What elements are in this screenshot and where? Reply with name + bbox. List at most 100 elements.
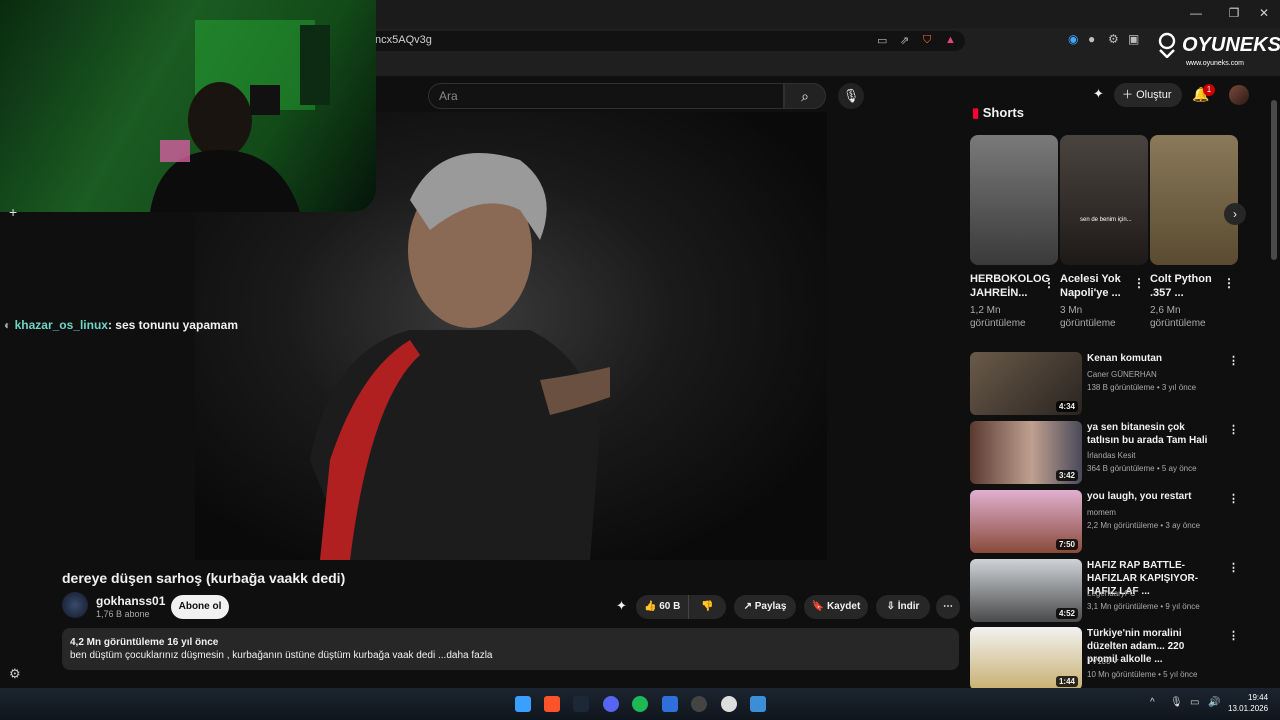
recommendation-channel[interactable]: momem bbox=[1087, 508, 1116, 517]
short-menu-icon[interactable]: ⋮ bbox=[1223, 276, 1235, 290]
channel-subscribers: 1,76 B abone bbox=[96, 609, 150, 619]
recommendation-title[interactable]: you laugh, you restart bbox=[1087, 490, 1215, 503]
short-views: 2,6 Mn görüntüleme bbox=[1150, 305, 1206, 329]
user-avatar[interactable] bbox=[1229, 85, 1249, 105]
network-icon[interactable]: ▭ bbox=[1190, 697, 1199, 708]
scrollbar-thumb[interactable] bbox=[1271, 100, 1277, 260]
duration-badge: 1:44 bbox=[1055, 676, 1078, 687]
short-title[interactable]: Acelesi Yok Napoli'ye ... bbox=[1060, 272, 1134, 300]
search-input[interactable]: Ara bbox=[428, 83, 784, 109]
recommendation-channel[interactable]: LegendaryFC bbox=[1087, 589, 1135, 598]
brave-browser-icon[interactable] bbox=[544, 696, 560, 712]
recommendation-thumbnail[interactable]: 7:50 bbox=[970, 490, 1082, 553]
more-vert-icon[interactable]: ⋮ bbox=[1228, 629, 1239, 642]
voice-search-button[interactable]: 🎙 bbox=[838, 83, 864, 109]
shorts-next-button[interactable]: › bbox=[1224, 203, 1246, 225]
add-icon[interactable]: + bbox=[9, 204, 17, 220]
dislike-button[interactable]: 👎 bbox=[688, 595, 726, 619]
more-icon: ⋯ bbox=[943, 601, 953, 612]
duration-badge: 4:34 bbox=[1055, 401, 1078, 412]
logo-text: OYUNEKS bbox=[1182, 34, 1280, 56]
recommendation-channel[interactable]: Caner GÜNERHAN bbox=[1087, 370, 1157, 379]
description-box[interactable]: 4,2 Mn görüntüleme 16 yıl önce ben düştü… bbox=[62, 628, 959, 670]
save-button[interactable]: 🔖 Kaydet bbox=[804, 595, 868, 619]
more-actions-button[interactable]: ⋯ bbox=[936, 595, 960, 619]
recommendation-channel[interactable]: İrlandas Kesit bbox=[1087, 451, 1135, 460]
search-button[interactable]: ⌕ bbox=[784, 83, 826, 109]
gear-icon[interactable]: ⚙ bbox=[9, 666, 21, 682]
recommendation-meta: 138 B görüntüleme • 3 yıl önce bbox=[1087, 383, 1197, 392]
close-button[interactable]: ✕ bbox=[1254, 6, 1274, 20]
like-count: 60 B bbox=[659, 601, 681, 612]
short-views: 3 Mn görüntüleme bbox=[1060, 305, 1116, 329]
short-menu-icon[interactable]: ⋮ bbox=[1133, 276, 1145, 290]
share-label: Paylaş bbox=[754, 601, 787, 612]
windows-start-icon[interactable] bbox=[515, 696, 531, 712]
download-button[interactable]: ⇩ İndir bbox=[876, 595, 930, 619]
recommendation-item[interactable]: 4:34 Kenan komutan Caner GÜNERHAN 138 B … bbox=[970, 352, 1239, 416]
recommendation-title[interactable]: ya sen bitanesin çok tatlısın bu arada T… bbox=[1087, 421, 1215, 447]
cast-icon[interactable]: ▭ bbox=[877, 34, 887, 47]
duration-badge: 7:50 bbox=[1055, 539, 1078, 550]
discord-icon[interactable] bbox=[603, 696, 619, 712]
minimize-button[interactable]: — bbox=[1186, 6, 1206, 20]
download-icon: ⇩ bbox=[886, 601, 898, 612]
tray-chevron-icon[interactable]: ^ bbox=[1150, 697, 1155, 708]
app-icon[interactable] bbox=[662, 696, 678, 712]
share-button[interactable]: ↗ Paylaş bbox=[734, 595, 796, 619]
short-thumbnail[interactable] bbox=[1150, 135, 1238, 265]
github-icon[interactable] bbox=[691, 696, 707, 712]
more-vert-icon[interactable]: ⋮ bbox=[1228, 354, 1239, 367]
shorts-heading: ▮ Shorts bbox=[972, 105, 1024, 120]
brave-rewards-icon[interactable]: ▲ bbox=[945, 34, 956, 46]
recommendation-thumbnail[interactable]: 4:52 bbox=[970, 559, 1082, 622]
system-clock[interactable]: 19:44 13.01.2026 bbox=[1228, 692, 1268, 714]
audio-playing-icon[interactable]: ◉ bbox=[1068, 32, 1078, 46]
extension-icon[interactable]: ● bbox=[1088, 32, 1095, 46]
recommendation-thumbnail[interactable]: 4:34 bbox=[970, 352, 1082, 415]
channel-avatar[interactable] bbox=[62, 592, 88, 618]
recommendation-channel[interactable]: TV100 ✔ bbox=[1087, 657, 1120, 666]
short-thumbnail[interactable] bbox=[970, 135, 1058, 265]
chat-user-icon: ◐ bbox=[4, 318, 15, 332]
recommendation-item[interactable]: 3:42 ya sen bitanesin çok tatlısın bu ar… bbox=[970, 421, 1239, 485]
address-bar[interactable]: ncx5AQv3g ▭ ⇗ ⛉ ▲ bbox=[365, 31, 965, 51]
short-thumbnail[interactable]: sen de benim için... bbox=[1060, 135, 1148, 265]
spotify-icon[interactable] bbox=[632, 696, 648, 712]
create-button[interactable]: ＋ Oluştur bbox=[1114, 83, 1182, 107]
views-date: 4,2 Mn görüntüleme 16 yıl önce bbox=[70, 637, 219, 648]
more-vert-icon[interactable]: ⋮ bbox=[1228, 492, 1239, 505]
more-vert-icon[interactable]: ⋮ bbox=[1228, 561, 1239, 574]
volume-icon[interactable]: 🔊 bbox=[1208, 697, 1220, 708]
ai-sparkle-icon[interactable]: ✦ bbox=[1093, 86, 1104, 102]
duration-badge: 3:42 bbox=[1055, 470, 1078, 481]
recommendation-item[interactable]: 1:44 Türkiye'nin moralini düzelten adam.… bbox=[970, 627, 1239, 691]
recommendation-thumbnail[interactable]: 1:44 bbox=[970, 627, 1082, 690]
tab-icon[interactable]: ▣ bbox=[1128, 32, 1139, 46]
mic-tray-icon[interactable]: 🎙 bbox=[1170, 697, 1183, 708]
steam-icon[interactable] bbox=[573, 696, 589, 712]
search-placeholder: Ara bbox=[439, 89, 458, 103]
recommendation-item[interactable]: 7:50 you laugh, you restart momem 2,2 Mn… bbox=[970, 490, 1239, 554]
brave-shield-icon[interactable]: ⛉ bbox=[923, 34, 931, 47]
recommendation-item[interactable]: 4:52 HAFIZ RAP BATTLE-HAFIZLAR KAPIŞIYOR… bbox=[970, 559, 1239, 623]
chat-text: : ses tonunu yapamam bbox=[107, 318, 238, 332]
create-label: Oluştur bbox=[1136, 89, 1172, 101]
share-icon[interactable]: ⇗ bbox=[900, 34, 909, 47]
recommendation-thumbnail[interactable]: 3:42 bbox=[970, 421, 1082, 484]
short-title[interactable]: Colt Python .357 ... bbox=[1150, 272, 1224, 300]
channel-name[interactable]: gokhanss01 bbox=[96, 594, 165, 608]
more-vert-icon[interactable]: ⋮ bbox=[1228, 423, 1239, 436]
webcam-overlay bbox=[0, 0, 376, 212]
short-menu-icon[interactable]: ⋮ bbox=[1043, 276, 1055, 290]
short-title[interactable]: HERBOKOLOG JAHREİN... bbox=[970, 272, 1050, 300]
bookmark-icon: 🔖 bbox=[811, 601, 827, 612]
recommendation-title[interactable]: Kenan komutan bbox=[1087, 352, 1215, 365]
obs-icon[interactable] bbox=[721, 696, 737, 712]
subscribe-button[interactable]: Abone ol bbox=[171, 595, 229, 619]
save-label: Kaydet bbox=[826, 601, 861, 612]
paint-icon[interactable] bbox=[750, 696, 766, 712]
settings-icon[interactable]: ⚙ bbox=[1108, 32, 1119, 46]
ai-sparkle-icon[interactable]: ✦ bbox=[616, 598, 627, 614]
maximize-button[interactable]: ❐ bbox=[1224, 6, 1244, 20]
